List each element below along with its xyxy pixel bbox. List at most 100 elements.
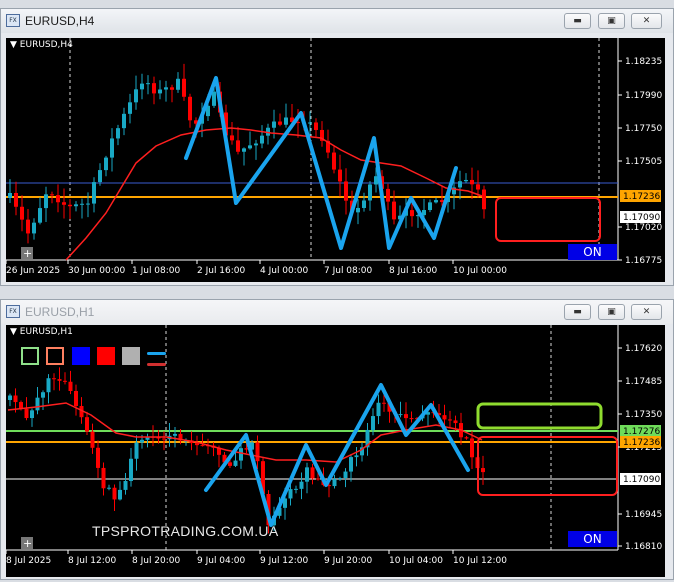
on-toggle-button[interactable]: ON: [568, 244, 617, 260]
candle-body: [371, 416, 375, 430]
candle-body: [233, 460, 238, 466]
candle-body: [35, 397, 40, 411]
candle-body: [188, 96, 192, 121]
candle-body: [305, 467, 309, 482]
restore-button[interactable]: ▣: [598, 304, 625, 320]
candle-body: [90, 431, 95, 448]
symbol-label: ▼ EURUSD,H1: [10, 327, 73, 337]
candle-body: [442, 415, 447, 420]
on-toggle-button[interactable]: ON: [568, 531, 617, 547]
candle-body: [98, 170, 102, 183]
candle-body: [134, 442, 139, 459]
price-tick-label: 1.17485: [625, 377, 662, 387]
symbol-text: EURUSD,H1: [19, 327, 73, 337]
candle-body: [464, 179, 468, 182]
symbol-text: EURUSD,H4: [19, 40, 73, 50]
candle-body: [110, 138, 114, 158]
close-button[interactable]: ✕: [631, 304, 662, 320]
candle-body: [392, 201, 396, 220]
candle-body: [382, 402, 386, 404]
candle-body: [26, 219, 30, 234]
candle-body: [409, 418, 414, 420]
candle-body: [116, 128, 120, 139]
line-tool-red[interactable]: [147, 363, 166, 366]
candle-body: [239, 448, 243, 461]
price-label-text: 1.17236: [623, 192, 660, 202]
candle-body: [332, 152, 336, 170]
dropdown-arrow-icon[interactable]: ▼: [10, 40, 17, 50]
candle-body: [362, 200, 366, 208]
time-tick-label: 10 Jul 00:00: [453, 266, 507, 276]
sell-zone-box: [495, 197, 601, 242]
candle-body: [20, 206, 24, 220]
candle-body: [230, 135, 234, 141]
candle-body: [96, 447, 100, 468]
candle-body: [146, 83, 150, 85]
time-tick-label: 8 Jul 16:00: [389, 266, 438, 276]
price-tick-label: 1.17750: [625, 124, 662, 134]
chart-window-icon: FX: [6, 14, 20, 27]
candle-body: [354, 455, 359, 458]
candle-body: [476, 184, 480, 190]
rectangle-tool-salmon[interactable]: [46, 347, 64, 365]
candle-body: [74, 204, 78, 207]
candle-body: [170, 87, 174, 90]
candle-body: [464, 437, 469, 439]
chart-window-h1[interactable]: FX EURUSD,H1 ▬ ▣ ✕ 1.17620 1.17485 1.17350…: [0, 299, 674, 580]
candle-body: [316, 478, 320, 480]
candle-body: [398, 414, 403, 416]
window-title: EURUSD,H1: [25, 305, 95, 319]
candle-body: [294, 488, 298, 490]
minimize-button[interactable]: ▬: [564, 13, 591, 29]
candle-body: [56, 195, 60, 203]
price-tick-label: 1.16775: [625, 256, 662, 266]
candle-body: [453, 420, 458, 424]
candle-body: [288, 489, 293, 499]
candle-body: [343, 471, 348, 479]
candle-body: [68, 381, 73, 391]
candle-body: [386, 188, 390, 202]
color-tool-red[interactable]: [97, 347, 115, 365]
candle-body: [50, 194, 54, 196]
candle-body: [24, 408, 29, 419]
candle-body: [38, 208, 42, 223]
dropdown-arrow-icon[interactable]: ▼: [10, 327, 17, 337]
candle-body: [278, 121, 282, 125]
candle-body: [41, 392, 45, 398]
price-chart[interactable]: 1.18235 1.17990 1.17750 1.17505 1.17020 1.167…: [6, 38, 665, 282]
restore-button[interactable]: ▣: [598, 13, 625, 29]
candle-body: [107, 487, 111, 489]
time-tick-label: 9 Jul 20:00: [324, 556, 373, 566]
candle-body: [356, 207, 360, 213]
color-tool-gray[interactable]: [122, 347, 140, 365]
price-tick-label: 1.17505: [625, 157, 662, 167]
candle-body: [8, 395, 12, 400]
line-tool-blue[interactable]: [147, 352, 166, 355]
candle-body: [68, 204, 72, 207]
chart-window-h4[interactable]: FX EURUSD,H4 ▬ ▣ ✕ 1.18235 1.17990 1.17750…: [0, 8, 674, 286]
time-tick-label: 7 Jul 08:00: [324, 266, 373, 276]
candle-body: [122, 113, 126, 129]
minimize-button[interactable]: ▬: [564, 304, 591, 320]
candle-body: [255, 442, 260, 462]
price-label-text: 1.17236: [623, 438, 660, 448]
rectangle-tool-green[interactable]: [21, 347, 39, 365]
candle-body: [314, 122, 318, 130]
time-tick-label: 26 Jun 2025: [6, 266, 60, 276]
candle-body: [470, 179, 474, 185]
close-button[interactable]: ✕: [631, 13, 662, 29]
moving-average-line: [7, 402, 483, 463]
candle-body: [85, 417, 89, 432]
window-titlebar[interactable]: FX EURUSD,H1 ▬ ▣ ✕: [1, 300, 673, 324]
price-tick-label: 1.16810: [625, 542, 662, 552]
time-tick-label: 9 Jul 12:00: [260, 556, 309, 566]
window-titlebar[interactable]: FX EURUSD,H4 ▬ ▣ ✕: [1, 9, 673, 33]
candle-body: [44, 194, 48, 209]
candle-body: [254, 143, 258, 146]
price-chart[interactable]: 1.176201.174851.173501.172151.169451.168…: [6, 325, 665, 577]
candle-body: [242, 148, 246, 152]
color-tool-blue[interactable]: [72, 347, 90, 365]
candle-body: [8, 193, 12, 198]
chart-canvas[interactable]: 1.18235 1.17990 1.17750 1.17505 1.17020 1.167…: [6, 38, 665, 282]
candle-body: [140, 439, 144, 443]
